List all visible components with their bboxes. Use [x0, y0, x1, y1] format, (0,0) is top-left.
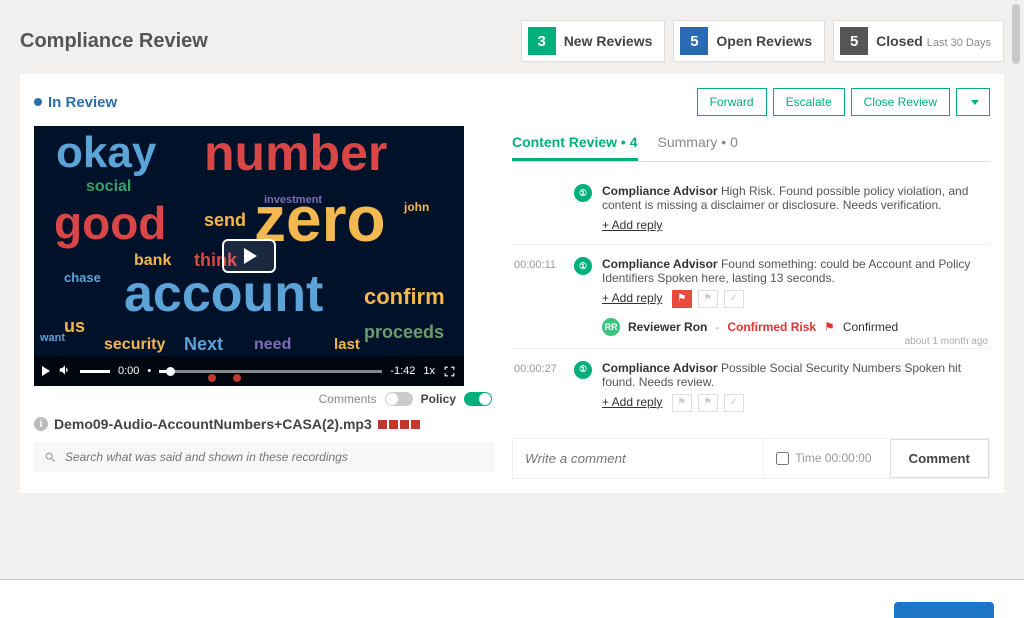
wordcloud-word: Next	[184, 334, 223, 355]
page-title: Compliance Review	[20, 30, 208, 53]
stat-count: 5	[840, 27, 868, 55]
stat-cards: 3 New Reviews 5 Open Reviews 5 Closed Las…	[521, 20, 1004, 62]
review-status: In Review	[34, 94, 117, 111]
playback-speed[interactable]: 1x	[423, 365, 435, 377]
comment-author: Compliance Advisor	[602, 257, 718, 271]
search-input[interactable]	[65, 450, 484, 464]
stat-label: Open Reviews	[716, 33, 812, 49]
wordcloud-word: chase	[64, 270, 101, 285]
tab-content-review[interactable]: Content Review • 4	[512, 126, 638, 161]
wordcloud-word: good	[54, 196, 166, 250]
video-player[interactable]: okaynumbersocialinvestmentgoodsendjohnze…	[34, 126, 464, 386]
avatar: RR	[602, 318, 620, 336]
settings-button[interactable]	[956, 88, 990, 116]
wordcloud-word: john	[404, 200, 429, 214]
footer-button[interactable]	[894, 602, 994, 618]
comment-timestamp[interactable]: 00:00:11	[514, 257, 564, 336]
policy-toggle[interactable]	[464, 392, 492, 406]
comment-input[interactable]	[513, 439, 763, 478]
comment-author: Compliance Advisor	[602, 184, 718, 198]
filename: Demo09-Audio-AccountNumbers+CASA(2).mp3	[54, 416, 372, 432]
comments-toggle-label: Comments	[319, 392, 377, 406]
stat-label: New Reviews	[564, 33, 653, 49]
flag-button[interactable]: ⚑	[698, 394, 718, 412]
play-icon	[244, 248, 257, 264]
add-reply-link[interactable]: + Add reply	[602, 291, 662, 305]
marker-icon[interactable]	[208, 374, 216, 382]
stat-label: Closed	[876, 33, 923, 49]
stat-count: 3	[528, 27, 556, 55]
check-button[interactable]: ✓	[724, 394, 744, 412]
caret-down-icon	[971, 100, 979, 105]
risk-bars-icon	[378, 420, 420, 429]
flag-button[interactable]: ⚑	[698, 290, 718, 308]
marker-icon[interactable]	[233, 374, 241, 382]
comment-button[interactable]: Comment	[890, 439, 989, 478]
comment-row: 00:00:27①Compliance Advisor Possible Soc…	[512, 348, 990, 424]
reply-author: Reviewer Ron	[628, 320, 707, 334]
time-checkbox[interactable]: Time 00:00:00	[763, 439, 883, 478]
status-label: In Review	[48, 94, 117, 111]
policy-toggle-label: Policy	[421, 392, 456, 406]
comment-author: Compliance Advisor	[602, 361, 718, 375]
flag-button[interactable]: ⚑	[672, 290, 692, 308]
wordcloud-word: need	[254, 336, 291, 354]
fullscreen-icon[interactable]	[443, 365, 456, 378]
progress-bar[interactable]	[159, 370, 382, 373]
wordcloud-word: account	[124, 264, 323, 324]
wordcloud-word: confirm	[364, 284, 445, 310]
time-checkbox-input[interactable]	[776, 452, 789, 465]
time-label: Time 00:00:00	[795, 451, 871, 465]
wordcloud-word: last	[334, 336, 360, 353]
remaining-time: -1:42	[390, 365, 415, 377]
comment-timestamp[interactable]: 00:00:27	[514, 361, 564, 412]
play-icon[interactable]	[42, 366, 50, 376]
wordcloud-word: security	[104, 336, 165, 354]
wordcloud-word: okay	[56, 128, 156, 178]
close-review-button[interactable]: Close Review	[851, 88, 950, 116]
wordcloud-word: proceeds	[364, 322, 444, 343]
stat-closed[interactable]: 5 Closed Last 30 Days	[833, 20, 1004, 62]
comment-timestamp[interactable]	[514, 184, 564, 232]
search-icon	[44, 451, 57, 464]
wordcloud-word: social	[86, 178, 131, 196]
reply-time: about 1 month ago	[905, 336, 988, 347]
escalate-button[interactable]: Escalate	[773, 88, 845, 116]
info-icon[interactable]: i	[34, 417, 48, 431]
play-button[interactable]	[222, 239, 276, 273]
status-dot-icon	[34, 98, 42, 106]
stat-sub: Last 30 Days	[927, 37, 991, 49]
add-reply-link[interactable]: + Add reply	[602, 395, 662, 409]
video-controls: 0:00 • -1:42 1x	[34, 356, 464, 386]
tab-summary[interactable]: Summary • 0	[658, 126, 738, 161]
flag-button[interactable]: ⚑	[672, 394, 692, 412]
avatar: ①	[574, 184, 592, 202]
volume-icon[interactable]	[58, 363, 72, 380]
comment-row: ①Compliance Advisor High Risk. Found pos…	[512, 172, 990, 244]
scrollbar[interactable]	[1012, 4, 1020, 64]
risk-status: Confirmed Risk	[727, 320, 816, 334]
stat-open-reviews[interactable]: 5 Open Reviews	[673, 20, 825, 62]
avatar: ①	[574, 257, 592, 275]
comment-row: 00:00:11①Compliance Advisor Found someth…	[512, 244, 990, 348]
stat-count: 5	[680, 27, 708, 55]
comments-toggle[interactable]	[385, 392, 413, 406]
wordcloud-word: number	[204, 124, 387, 182]
flag-icon: ⚑	[824, 320, 835, 334]
check-button[interactable]: ✓	[724, 290, 744, 308]
confirm-label: Confirmed	[843, 320, 898, 334]
stat-new-reviews[interactable]: 3 New Reviews	[521, 20, 666, 62]
current-time: 0:00	[118, 365, 139, 377]
wordcloud-word: want	[40, 332, 65, 344]
add-reply-link[interactable]: + Add reply	[602, 218, 662, 232]
forward-button[interactable]: Forward	[697, 88, 767, 116]
wordcloud-word: send	[204, 210, 246, 231]
avatar: ①	[574, 361, 592, 379]
wordcloud-word: us	[64, 316, 85, 337]
volume-slider[interactable]	[80, 370, 110, 373]
